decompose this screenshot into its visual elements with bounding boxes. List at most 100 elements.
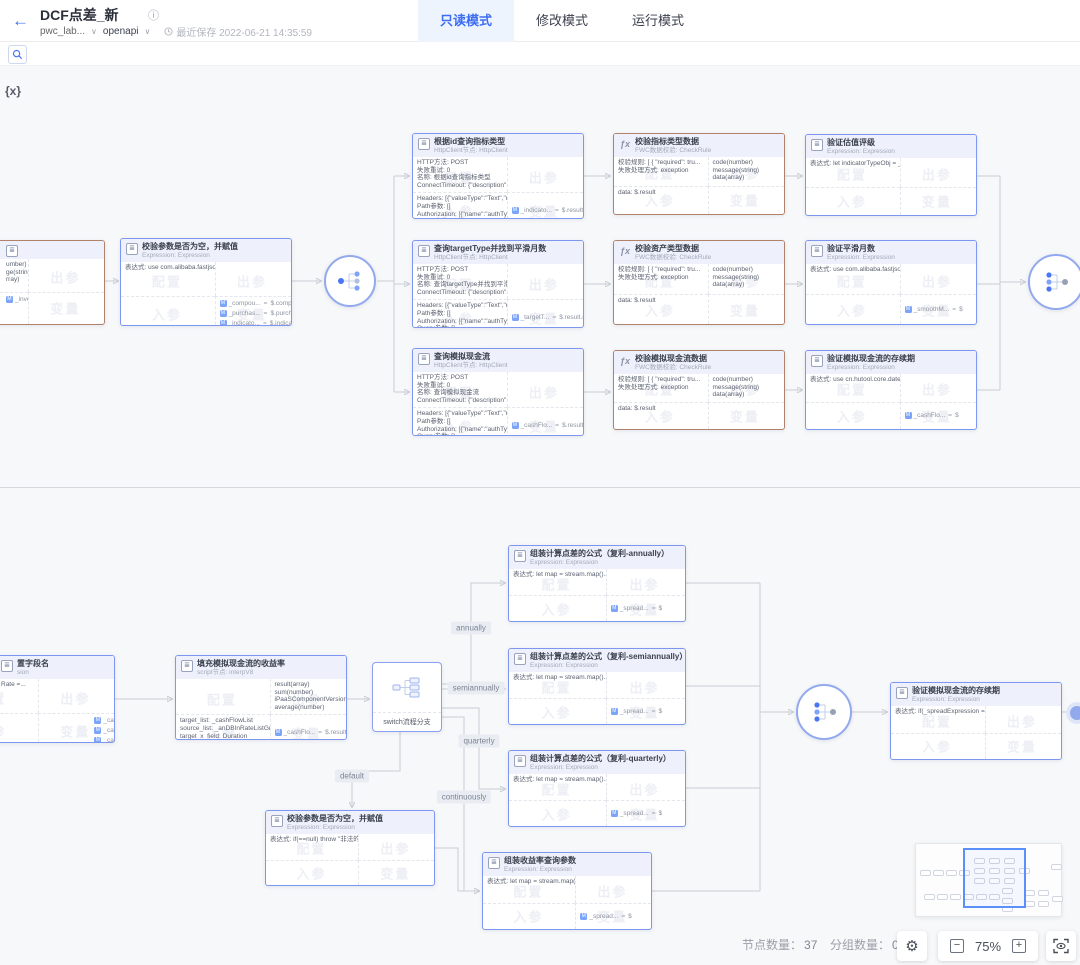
flow-node-yield-query-params[interactable]: ≣ 组装收益率查询参数 Expression: Expression 配置 出参… — [482, 852, 652, 930]
fit-view-button[interactable] — [1046, 931, 1076, 961]
node-body: 配置 出参 入参 变量 校验规则: [ { "required": tru...… — [614, 157, 784, 214]
node-config-line: code(number) — [713, 376, 781, 384]
node-subtitle: Expression: Expression — [827, 148, 895, 156]
tab-edit-mode[interactable]: 修改模式 — [514, 0, 610, 42]
node-config-line: HTTP方法: POST — [417, 374, 503, 382]
variable-type-icon: M — [512, 314, 519, 321]
flow-node-verify-cashflow-duration-bottom[interactable]: ≣ 验证模拟现金流的存续期 Expression: Expression 配置 … — [890, 682, 1062, 760]
tab-run-mode[interactable]: 运行模式 — [610, 0, 706, 42]
node-body: 配置 出参 入参 变量 Rate =... M _cashFlo...=Inte… — [0, 679, 114, 743]
flow-canvas[interactable]: {x} — [0, 0, 1080, 965]
flow-node-check-params-top[interactable]: ≣ 校验参数是否为空，并赋值 Expression: Expression 配置… — [120, 238, 292, 326]
node-config-line: 失败处理方式: exception — [618, 274, 704, 282]
minimap-node — [1038, 890, 1049, 896]
node-subtitle: FWC数据校验: CheckRule — [635, 147, 711, 155]
variable-badge: M _cashFlo...=TotalCashF... — [94, 726, 110, 735]
node-config-line: ge(string) — [6, 269, 24, 277]
minimap[interactable] — [915, 843, 1062, 917]
flow-node-check-indicator-data[interactable]: ƒx 校验指标类型数据 FWC数据校验: CheckRule 配置 出参 入参 … — [613, 133, 785, 215]
project-select[interactable]: pwc_lab... — [40, 26, 85, 37]
flow-node-verify-cashflow-duration-top[interactable]: ≣ 验证模拟现金流的存续期 Expression: Expression 配置 … — [805, 350, 977, 430]
api-select[interactable]: openapi — [103, 26, 139, 37]
node-config-line: 表达式: if(==null) throw "非法的... — [270, 836, 354, 844]
node-title: 校验参数是否为空，并赋值 — [287, 814, 383, 824]
flow-connector-merge-top[interactable] — [1028, 254, 1080, 310]
flow-node-http-target-type[interactable]: ≣ 查询targetType并找到平滑月数 HttpClient节点: Http… — [412, 240, 584, 328]
flow-node-formula-annually[interactable]: ≣ 组装计算点差的公式（复利-annually） Expression: Exp… — [508, 545, 686, 622]
flow-connector-merge-bottom[interactable] — [796, 684, 852, 740]
node-subtitle: Expression: Expression — [530, 662, 686, 670]
node-config-line: message(string) — [713, 167, 781, 175]
variable-badge: M _investm...=_investm... — [6, 295, 24, 304]
variable-type-icon: M — [512, 207, 519, 214]
node-title: 查询targetType并找到平滑月数 — [434, 244, 546, 254]
merge-icon — [1043, 271, 1069, 293]
node-title: 组装计算点差的公式（复利-annually） — [530, 549, 669, 559]
info-icon[interactable]: ⓘ — [148, 7, 159, 23]
canvas-toolbar — [0, 42, 1080, 66]
variable-badge: M _smoothM...=$ — [905, 305, 973, 314]
node-header: ≣ 验证模拟现金流的存续期 Expression: Expression — [806, 351, 976, 374]
group-count: 分组数量：0 — [830, 936, 899, 953]
node-body: 配置 出参 入参 变量 表达式: use com.alibaba.fastjso… — [806, 264, 976, 324]
tab-readonly-mode[interactable]: 只读模式 — [418, 0, 514, 42]
node-title: 组装收益率查询参数 — [504, 856, 576, 866]
variable-badge: M _spread...=$ — [580, 912, 647, 921]
node-subtitle: HttpClient节点: HttpClient — [434, 147, 508, 155]
flow-node-verify-valuation[interactable]: ≣ 验证估值评级 Expression: Expression 配置 出参 入参… — [805, 134, 977, 216]
flow-node-switch-branch[interactable]: switch流程分支 — [372, 662, 442, 732]
node-header: ≣ 查询targetType并找到平滑月数 HttpClient节点: Http… — [413, 241, 583, 264]
node-header: ≣ 组装计算点差的公式（复利-quarterly） Expression: Ex… — [509, 751, 685, 774]
flow-node-formula-semiannually[interactable]: ≣ 组装计算点差的公式（复利-semiannually） Expression:… — [508, 648, 686, 725]
flow-node-check-params-bottom[interactable]: ≣ 校验参数是否为空，并赋值 Expression: Expression 配置… — [265, 810, 435, 886]
node-config-line: message(string) — [713, 274, 781, 282]
node-config-line: Query参数: [] — [417, 325, 503, 328]
chevron-down-icon[interactable]: ∨ — [91, 27, 97, 36]
node-subtitle: Expression: Expression — [530, 559, 669, 567]
node-header: ≣ 组装计算点差的公式（复利-annually） Expression: Exp… — [509, 546, 685, 569]
flow-node-http-cashflow[interactable]: ≣ 查询模拟现金流 HttpClient节点: HttpClient 配置 出参… — [412, 348, 584, 436]
node-body: 配置 出参 入参 变量 校验规则: [ { "required": tru...… — [614, 264, 784, 324]
flow-node-verify-smooth-months[interactable]: ≣ 验证平滑月数 Expression: Expression 配置 出参 入参… — [805, 240, 977, 325]
variable-badge: M _cashFlo...=InterestRate — [94, 716, 110, 725]
flow-node-formula-quarterly[interactable]: ≣ 组装计算点差的公式（复利-quarterly） Expression: Ex… — [508, 750, 686, 827]
variable-badge: M _spread...=$ — [611, 707, 681, 716]
check-node-icon: ƒx — [619, 245, 631, 257]
flow-node-left-partial-top[interactable]: ≣ 配置 出参 入参 变量 umber)ge(string)rray) M _i… — [0, 240, 105, 325]
zoom-out-button[interactable]: − — [950, 939, 964, 953]
flow-node-http-indicator-type[interactable]: ≣ 根据id查询指标类型 HttpClient节点: HttpClient 配置… — [412, 133, 584, 219]
flow-node-left-partial-bottom[interactable]: ≣ 置字段名 sion 配置 出参 入参 变量 Rate =... M _cas… — [0, 655, 115, 743]
back-button[interactable]: ← — [12, 11, 29, 31]
node-config-line: iPaaSComponentVersion(string) — [275, 696, 343, 704]
search-button[interactable] — [8, 45, 27, 64]
node-title: 验证估值评级 — [827, 138, 895, 148]
expr-node-icon: ≣ — [896, 687, 908, 699]
settings-button[interactable]: ⚙ — [897, 931, 927, 961]
flow-connector-split-top[interactable] — [324, 255, 376, 307]
node-title: 校验资产类型数据 — [635, 244, 711, 254]
node-config-line: 表达式: let indicatorTypeObj = _i... — [810, 160, 896, 168]
expr-node-icon: ≣ — [811, 139, 823, 151]
node-count: 节点数量：37 — [742, 936, 817, 953]
node-config-line: target_x_field: Duration — [180, 733, 266, 740]
flow-node-check-cashflow-data[interactable]: ƒx 校验模拟现金流数据 FWC数据校验: CheckRule 配置 出参 入参… — [613, 350, 785, 430]
node-config-line: result(array) — [275, 681, 343, 689]
expression-tool-icon[interactable]: {x} — [5, 84, 21, 98]
node-config-line: 表达式: use cn.hutool.core.date... — [810, 376, 896, 384]
chevron-down-icon[interactable]: ∨ — [144, 27, 150, 36]
zoom-in-button[interactable]: + — [1012, 939, 1026, 953]
node-title: 校验模拟现金流数据 — [635, 354, 711, 364]
flow-node-check-asset-data[interactable]: ƒx 校验资产类型数据 FWC数据校验: CheckRule 配置 出参 入参 … — [613, 240, 785, 325]
node-title: 验证模拟现金流的存续期 — [827, 354, 915, 364]
minimap-node — [924, 894, 935, 900]
node-config-line: Rate =... — [1, 681, 34, 689]
minimap-viewport[interactable] — [963, 848, 1026, 908]
node-header: ≣ 校验参数是否为空，并赋值 Expression: Expression — [266, 811, 434, 834]
node-subtitle: Expression: Expression — [827, 254, 895, 262]
http-node-icon: ≣ — [418, 138, 430, 150]
flow-node-fill-yield-rate[interactable]: ≣ 填充模拟现金流的收益率 script节点: interpV8 配置 出参 入… — [175, 655, 347, 740]
node-header: ≣ 填充模拟现金流的收益率 script节点: interpV8 — [176, 656, 346, 679]
node-body: 配置 出参 入参 变量 表达式: let indicatorTypeObj = … — [806, 158, 976, 215]
minimap-node — [920, 870, 931, 876]
node-title: 验证模拟现金流的存续期 — [912, 686, 1000, 696]
